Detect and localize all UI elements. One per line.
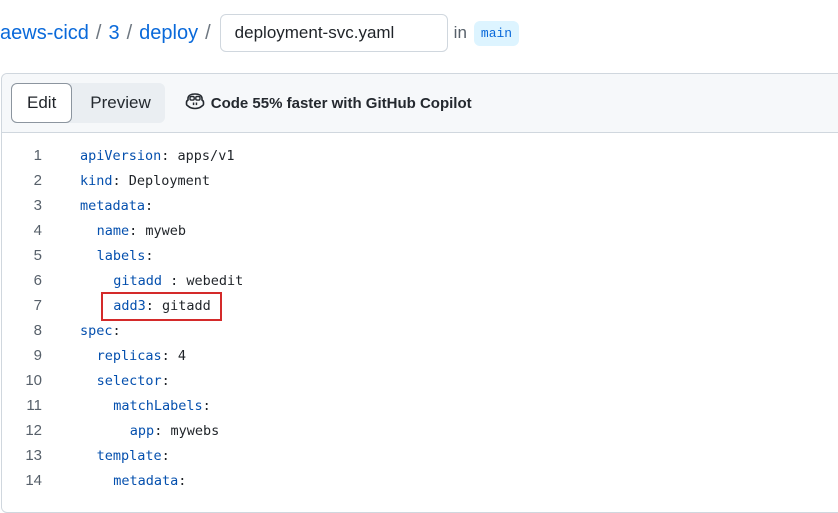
edit-preview-tabs: Edit Preview [11,83,165,123]
line-number: 6 [33,272,42,289]
code-line[interactable]: 13 template: [2,443,838,468]
line-number: 5 [33,247,42,264]
line-number: 3 [33,197,42,214]
yaml-key: replicas [96,347,162,364]
highlight-annotation-box [101,291,223,321]
yaml-value: webedit [178,272,244,289]
yaml-key: app [129,422,155,439]
yaml-key: labels [96,247,146,264]
code-line[interactable]: 7 add3: gitadd [2,291,838,321]
breadcrumb-deploy-link[interactable]: deploy [139,22,198,45]
code-text: replicas: 4 [96,347,187,364]
code-line[interactable]: 6 gitadd : webedit [2,268,838,293]
file-editor: Edit Preview Code 55% faster with GitHub… [1,73,838,513]
code-text: template: [96,447,170,464]
code-text: matchLabels: [113,397,211,414]
code-line[interactable]: 11 matchLabels: [2,393,838,418]
code-text: gitadd : webedit [113,272,244,289]
yaml-key: matchLabels [113,397,203,414]
code-text: kind: Deployment [80,172,211,189]
branch-badge[interactable]: main [473,20,520,46]
copilot-icon [185,92,211,114]
code-line[interactable]: 3 metadata: [2,193,838,218]
yaml-value: apps/v1 [169,147,235,164]
breadcrumb: aews-cicd / 3 / deploy / in main [0,12,520,54]
copilot-promo-link[interactable]: Code 55% faster with GitHub Copilot [185,92,472,114]
in-label: in [453,23,467,42]
yaml-key: metadata [80,197,146,214]
code-line[interactable]: 12 app: mywebs [2,418,838,443]
code-text: labels: [96,247,154,264]
yaml-key: spec [80,322,113,339]
yaml-value: myweb [137,222,187,239]
yaml-key: name [96,222,130,239]
code-line[interactable]: 2 kind: Deployment [2,168,838,193]
line-number: 12 [25,422,42,439]
yaml-value: 4 [169,347,187,364]
code-text: metadata: [80,197,154,214]
code-line[interactable]: 5 labels: [2,243,838,268]
code-text: name: myweb [96,222,187,239]
code-line[interactable]: 10 selector: [2,368,838,393]
breadcrumb-folder-3-link[interactable]: 3 [108,22,119,45]
breadcrumb-separator: / [126,21,133,44]
breadcrumb-separator: / [205,21,211,44]
editor-toolbar: Edit Preview Code 55% faster with GitHub… [2,74,838,133]
line-number: 8 [33,322,42,339]
yaml-value: Deployment [120,172,211,189]
yaml-value: mywebs [162,422,220,439]
line-number: 13 [25,447,42,464]
code-line[interactable]: 4 name: myweb [2,218,838,243]
yaml-key: selector [96,372,162,389]
code-text: add3: gitadd [80,291,223,321]
code-line[interactable]: 1 apiVersion: apps/v1 [2,143,838,168]
code-line[interactable]: 14 metadata: [2,468,838,493]
line-number: 10 [25,372,42,389]
breadcrumb-separator: / [95,21,102,44]
line-number: 9 [33,347,42,364]
code-text: selector: [96,372,170,389]
yaml-key: kind [80,172,113,189]
yaml-key: apiVersion [80,147,162,164]
code-line[interactable]: 8 spec: [2,318,838,343]
code-text: app: mywebs [129,422,220,439]
breadcrumb-repo-link[interactable]: aews-cicd [0,22,89,45]
tab-preview[interactable]: Preview [72,83,164,123]
copilot-promo-text: Code 55% faster with GitHub Copilot [210,94,472,112]
yaml-key: metadata [113,472,179,489]
filename-input[interactable] [219,14,448,52]
tab-edit[interactable]: Edit [11,83,73,123]
code-text: metadata: [113,472,187,489]
line-number: 11 [26,397,42,414]
yaml-key: template [96,447,162,464]
line-number: 4 [33,222,42,239]
line-number: 14 [25,472,42,489]
code-text: apiVersion: apps/v1 [80,147,235,164]
yaml-key: gitadd [113,272,171,289]
code-editor[interactable]: 1 apiVersion: apps/v1 2 kind: Deployment 3 me… [2,133,838,493]
code-line[interactable]: 9 replicas: 4 [2,343,838,368]
code-text: spec: [80,322,121,339]
line-number: 1 [33,147,42,164]
line-number: 2 [33,172,42,189]
line-number: 7 [33,297,42,314]
